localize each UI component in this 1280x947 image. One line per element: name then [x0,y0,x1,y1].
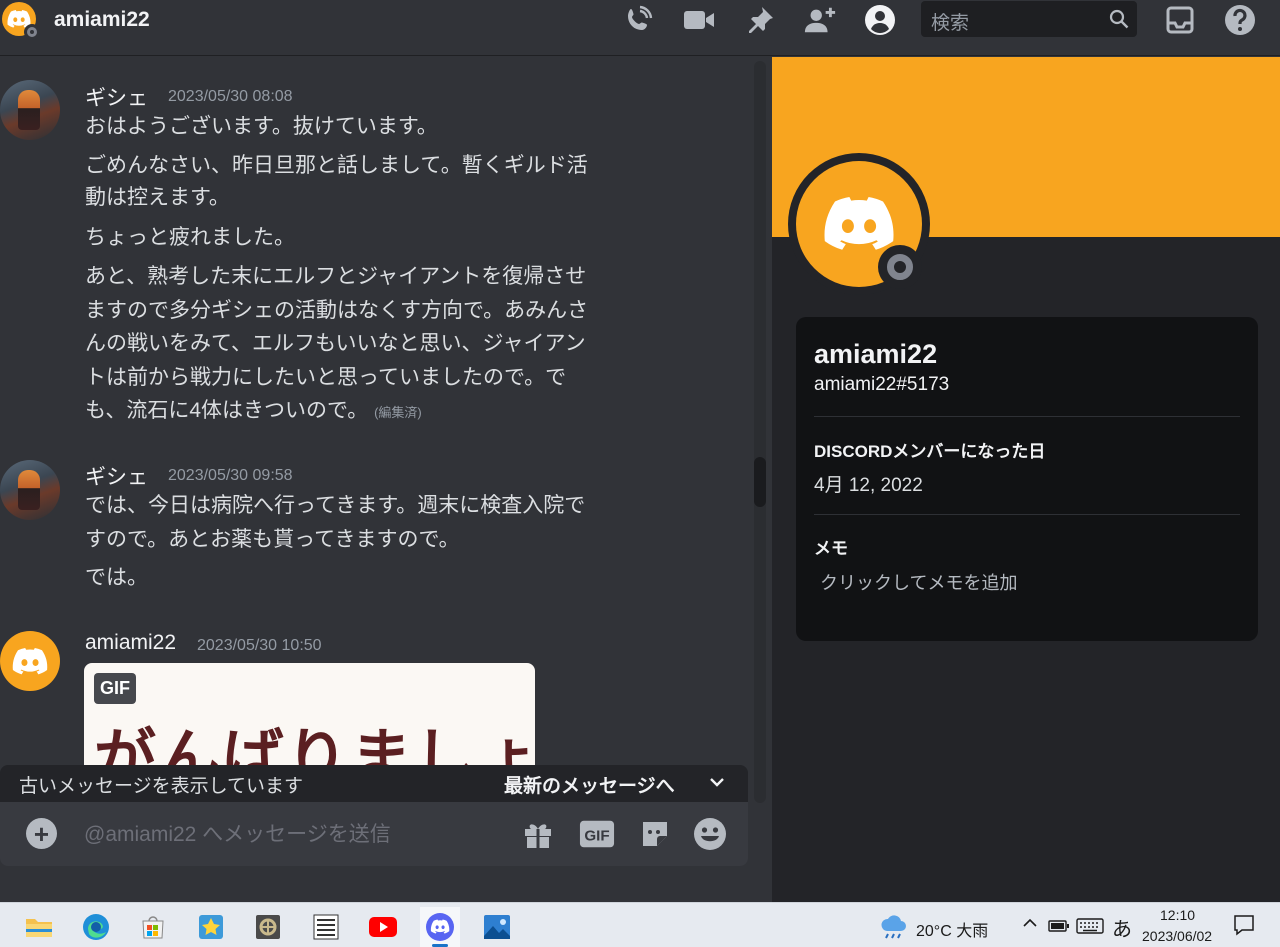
user-avatar[interactable] [0,460,60,520]
offline-status-icon [878,245,922,289]
message-text: では。 [85,566,148,589]
keyboard-icon[interactable] [1076,918,1104,939]
user-avatar[interactable] [0,80,60,140]
gif-badge: GIF [94,673,136,704]
favorites-app-icon[interactable] [191,907,231,947]
wiki-app-icon[interactable] [306,907,346,947]
chevron-down-icon[interactable] [708,775,726,789]
user-avatar[interactable] [0,631,60,691]
video-call-icon[interactable] [682,4,716,36]
message-text: トは前から戦力にしたいと思っていましたので。で [85,366,567,389]
chevron-up-icon[interactable] [1022,915,1038,933]
game-app-icon[interactable] [248,907,288,947]
weather-icon[interactable] [874,907,914,947]
message-text: では、今日は病院へ行ってきます。週末に検査入院で [85,494,586,517]
message-text: ちょっと疲れました。 [85,226,295,249]
gift-icon[interactable] [520,816,556,852]
user-profile-icon[interactable] [863,4,897,36]
gif-picker-icon[interactable]: GIF [579,816,615,852]
divider [814,514,1240,515]
notifications-icon[interactable] [1233,914,1255,941]
message-input[interactable]: @amiami22 へメッセージを送信 [84,818,391,848]
message-author[interactable]: ギシェ [85,82,148,112]
user-profile-panel: amiami22 amiami22#5173 DISCORDメンバーになった日 … [772,57,1280,902]
emoji-icon[interactable] [692,816,728,852]
youtube-icon[interactable] [363,907,403,947]
inbox-icon[interactable] [1163,4,1197,36]
discord-taskbar-icon[interactable] [420,907,460,947]
message-timestamp: 2023/05/30 08:08 [168,88,293,105]
message-text: すので。あとお薬も貰ってきますので。 [85,528,460,551]
gif-picker-label: GIF [584,828,609,845]
divider [814,416,1240,417]
chat-area: ギシェ 2023/05/30 08:08 おはようございます。抜けています。 ご… [0,57,772,902]
offline-status-icon [24,24,40,40]
dm-title: amiami22 [54,8,150,31]
voice-call-icon[interactable] [621,4,655,36]
microsoft-store-icon[interactable] [133,907,173,947]
message-timestamp: 2023/05/30 09:58 [168,467,293,484]
message-author[interactable]: amiami22 [85,631,176,655]
edge-browser-icon[interactable] [76,907,116,947]
weather-text[interactable]: 20°C 大雨 [916,917,988,941]
help-icon[interactable] [1223,4,1257,36]
jump-to-present-button[interactable]: 最新のメッセージへ [504,771,675,798]
discord-logo-icon [12,647,48,674]
note-input[interactable]: クリックしてメモを追加 [820,569,1017,595]
old-messages-label: 古いメッセージを表示しています [19,776,304,797]
profile-card: amiami22 amiami22#5173 DISCORDメンバーになった日 … [796,317,1258,641]
message-text: 動は控えます。 [85,186,230,209]
message-composer[interactable]: + @amiami22 へメッセージを送信 GIF [0,802,748,866]
member-since-heading: DISCORDメンバーになった日 [814,442,1046,461]
clock-time[interactable]: 12:10 [1160,907,1195,923]
battery-icon[interactable] [1048,919,1070,937]
profile-name: amiami22 [814,339,938,369]
chat-scrollbar-thumb[interactable] [754,457,766,507]
message-author[interactable]: ギシェ [85,461,148,491]
note-heading: メモ [814,539,848,558]
message-timestamp: 2023/05/30 10:50 [197,637,322,654]
upload-plus-icon[interactable]: + [26,818,57,849]
ime-indicator[interactable]: あ [1112,913,1132,942]
old-messages-bar[interactable]: 古いメッセージを表示しています 最新のメッセージへ [0,765,748,802]
sticker-icon[interactable] [637,816,673,852]
message-text: も、流石に4体はきついので。 (編集済) [85,393,685,430]
file-explorer-icon[interactable] [19,907,59,947]
discord-logo-icon [824,197,894,250]
photos-app-icon[interactable] [477,907,517,947]
message-text: おはようございます。抜けています。 [85,115,438,138]
search-placeholder: 検索 [931,13,970,34]
chat-scrollbar[interactable] [754,61,766,803]
windows-taskbar: 20°C 大雨 あ 12:10 2023/06/02 [0,902,1280,947]
message-text: んの戦いをみて、エルフもいいなと思い、ジャイアン [85,332,586,355]
dm-avatar[interactable] [2,2,40,40]
add-friends-to-dm-icon[interactable] [803,4,837,36]
search-input[interactable]: 検索 [921,1,1137,37]
message-text: ごめんなさい、昨日旦那と話しまして。暫くギルド活 [85,154,588,177]
top-bar: amiami22 検索 [0,0,1280,56]
message-text-last: も、流石に4体はきついので。 [85,399,369,422]
message-text: ますので多分ギシェの活動はなくす方向で。あみんさ [85,299,589,322]
search-icon [1109,9,1129,29]
message-text: あと、熟考した末にエルフとジャイアントを復帰させ [85,265,587,288]
profile-tag: amiami22#5173 [814,374,950,395]
pinned-messages-icon[interactable] [743,4,777,36]
member-since-date: 4月 12, 2022 [814,475,923,496]
clock-date[interactable]: 2023/06/02 [1142,928,1212,944]
edited-label: (編集済) [374,405,422,420]
